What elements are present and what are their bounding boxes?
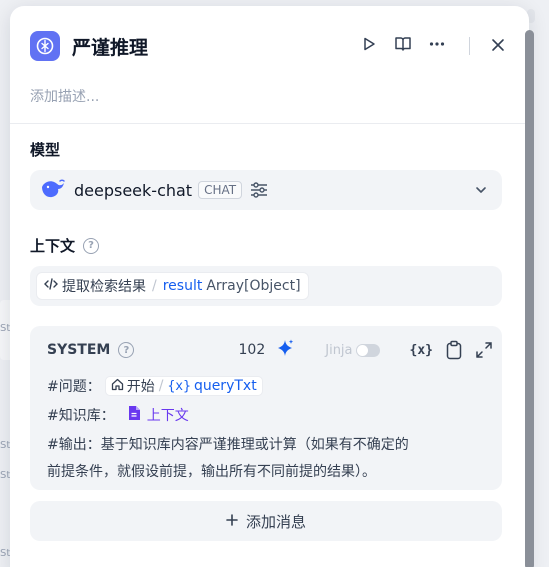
add-message-label: 添加消息	[245, 512, 306, 531]
question-prefix: #问题：	[47, 379, 101, 395]
node-config-panel: 严谨推理 添加描述... 模型 deepseek-chat CHAT 上下文 ?…	[10, 6, 529, 567]
context-reference[interactable]: 上下文	[127, 405, 189, 425]
home-icon	[111, 378, 124, 395]
model-name: deepseek-chat	[74, 180, 193, 200]
node-title[interactable]: 严谨推理	[72, 33, 148, 60]
docs-button[interactable]	[391, 34, 415, 58]
prompt-line-output-2: 前提条件，就假设前提，输出所有不同前提的结果）。	[47, 464, 376, 480]
chip-variable-type: Array[Object]	[206, 278, 301, 294]
header-divider	[469, 37, 470, 55]
system-prompt-header: SYSTEM ? 102 Jinja {x}	[47, 338, 493, 362]
prompt-line-question: #问题： 开始 / {x} queryTxt	[47, 376, 263, 396]
kb-prefix: #知识库：	[47, 408, 115, 424]
header-actions	[347, 30, 510, 62]
context-label-row: 上下文 ?	[30, 235, 100, 256]
context-variable-selector[interactable]: 提取检索结果 / result Array[Object]	[30, 266, 502, 306]
llm-node-icon	[30, 31, 60, 61]
kb-reference-label: 上下文	[146, 408, 189, 424]
context-variable-chip[interactable]: 提取检索结果 / result Array[Object]	[36, 272, 309, 300]
canvas-node-label: St	[0, 470, 11, 481]
system-prompt-toolbar: 102 Jinja {x}	[239, 338, 493, 362]
canvas-node-label: St	[0, 440, 11, 451]
add-message-button[interactable]: 添加消息	[30, 501, 502, 541]
close-icon	[491, 37, 505, 56]
system-prompt-editor[interactable]: SYSTEM ? 102 Jinja {x} #问题： 开始 / {x} que…	[30, 326, 502, 490]
chip-separator: /	[158, 378, 164, 394]
code-icon	[44, 278, 58, 294]
canvas-node-label: St	[0, 323, 11, 334]
book-open-icon	[394, 35, 412, 57]
jinja-toggle[interactable]	[355, 343, 380, 357]
context-label: 上下文	[30, 237, 76, 255]
plus-icon	[226, 512, 238, 530]
token-count: 102	[238, 342, 266, 358]
more-button[interactable]	[425, 34, 449, 58]
panel-header: 严谨推理	[30, 30, 510, 62]
jinja-label: Jinja	[325, 342, 353, 358]
scrollbar-thumb[interactable]	[525, 30, 534, 567]
question-variable-chip[interactable]: 开始 / {x} queryTxt	[104, 376, 263, 396]
more-icon	[428, 35, 446, 57]
prompt-line-output-1: #输出：基于知识库内容严谨推理或计算（如果有不确定的	[47, 437, 409, 453]
model-selector[interactable]: deepseek-chat CHAT	[30, 170, 502, 210]
deepseek-whale-icon	[40, 177, 66, 203]
help-icon[interactable]: ?	[83, 237, 100, 254]
run-button[interactable]	[357, 34, 381, 58]
variable-icon[interactable]: {x}	[410, 343, 433, 358]
chip-node-name: 提取检索结果	[62, 279, 146, 295]
variable-icon: {x}	[167, 378, 191, 394]
close-button[interactable]	[486, 34, 510, 58]
model-label: 模型	[30, 141, 61, 159]
question-node-name: 开始	[126, 379, 155, 395]
clipboard-icon[interactable]	[445, 340, 463, 360]
sparkle-icon[interactable]	[275, 338, 295, 362]
canvas-node-label: St	[0, 548, 11, 559]
sliders-icon[interactable]	[250, 182, 268, 198]
model-mode-badge: CHAT	[198, 181, 243, 199]
play-icon	[361, 36, 377, 56]
prompt-line-knowledge: #知识库： 上下文	[47, 405, 189, 425]
help-icon[interactable]: ?	[118, 342, 135, 358]
document-icon	[127, 405, 141, 425]
chevron-down-icon	[474, 182, 488, 201]
chip-separator: /	[152, 278, 157, 294]
prompt-role-label: SYSTEM	[47, 342, 111, 358]
expand-icon[interactable]	[475, 341, 493, 359]
description-input[interactable]: 添加描述...	[30, 86, 99, 106]
header-divider-line	[10, 123, 529, 124]
chip-variable-name: result	[162, 278, 203, 294]
question-variable-name: queryTxt	[193, 378, 257, 394]
